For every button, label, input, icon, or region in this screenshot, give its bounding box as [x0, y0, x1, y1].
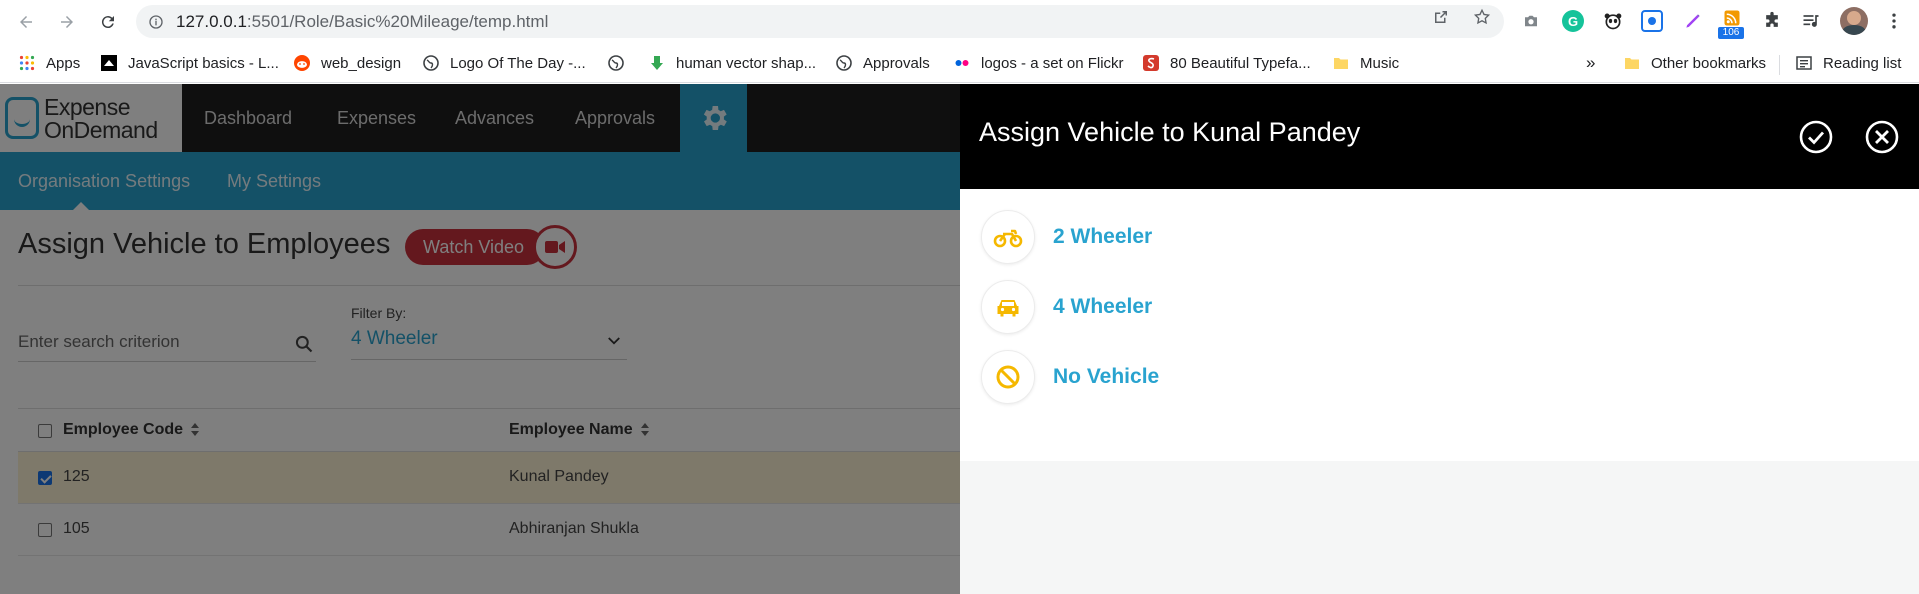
globe-icon — [608, 55, 624, 71]
panel-header: Assign Vehicle to Kunal Pandey — [960, 84, 1919, 189]
bookmark-human-vector[interactable]: human vector shap... — [649, 53, 816, 73]
screen-capture-icon[interactable] — [1641, 10, 1663, 32]
bookmark-apps[interactable]: Apps — [19, 53, 80, 73]
back-arrow-icon — [20, 16, 32, 28]
bookmark-approvals[interactable]: Approvals — [836, 53, 930, 73]
bookmarks-divider — [1779, 55, 1780, 75]
forward-arrow-icon — [61, 16, 73, 28]
bookmark-globe[interactable] — [608, 53, 635, 73]
info-icon[interactable] — [148, 14, 164, 30]
bookmarks-overflow-button[interactable]: » — [1586, 53, 1595, 73]
tab-favicon-icon — [101, 55, 117, 71]
assign-vehicle-panel: Assign Vehicle to Kunal Pandey 2 Wheeler… — [960, 84, 1919, 594]
option-4-wheeler[interactable]: 4 Wheeler — [981, 280, 1381, 334]
apps-grid-icon — [19, 55, 35, 71]
car-icon — [997, 300, 1019, 317]
profile-avatar[interactable] — [1840, 7, 1868, 35]
bookmark-flickr-logos[interactable]: logos - a set on Flickr — [954, 53, 1124, 73]
option-2-wheeler[interactable]: 2 Wheeler — [981, 210, 1381, 264]
smashing-icon — [1143, 55, 1159, 71]
grammarly-icon[interactable]: G — [1562, 10, 1584, 32]
globe-icon — [423, 55, 439, 71]
camera-icon[interactable] — [1522, 12, 1540, 30]
bookmark-music[interactable]: Music — [1333, 53, 1399, 73]
download-arrow-icon — [651, 56, 663, 70]
option-label: 4 Wheeler — [1053, 295, 1153, 318]
confirm-check-icon[interactable] — [1798, 119, 1834, 155]
globe-icon — [836, 55, 852, 71]
reload-button[interactable] — [95, 9, 121, 35]
panel-title: Assign Vehicle to Kunal Pandey — [979, 117, 1361, 147]
panda-icon[interactable] — [1603, 11, 1623, 31]
modal-backdrop[interactable] — [0, 84, 960, 594]
option-no-vehicle[interactable]: No Vehicle — [981, 350, 1381, 404]
bookmark-star-icon[interactable] — [1473, 8, 1491, 26]
option-label: 2 Wheeler — [1053, 225, 1153, 248]
extension-badge: 106 — [1718, 27, 1744, 39]
media-queue-icon[interactable] — [1801, 11, 1821, 31]
back-button[interactable] — [13, 9, 39, 35]
share-icon[interactable] — [1432, 8, 1450, 26]
other-bookmarks[interactable]: Other bookmarks — [1624, 53, 1766, 73]
reading-list[interactable]: Reading list — [1796, 53, 1901, 73]
folder-icon — [1334, 58, 1348, 69]
bookmark-web-design[interactable]: web_design — [294, 53, 401, 73]
close-icon[interactable] — [1864, 119, 1900, 155]
ban-icon — [996, 365, 1020, 389]
bookmark-beautiful-typefaces[interactable]: 80 Beautiful Typefa... — [1143, 53, 1311, 73]
browser-toolbar: 127.0.0.1:5501/Role/Basic%20Mileage/temp… — [0, 0, 1919, 43]
vehicle-options: 2 Wheeler 4 Wheeler No Vehicle — [960, 189, 1919, 461]
forward-button[interactable] — [54, 9, 80, 35]
reading-list-icon — [1796, 56, 1812, 70]
motorcycle-icon — [993, 229, 1023, 248]
flickr-icon — [955, 60, 969, 66]
reload-icon — [101, 16, 114, 29]
pen-icon[interactable] — [1683, 11, 1703, 31]
reddit-icon — [294, 55, 310, 71]
puzzle-extensions-icon[interactable] — [1762, 11, 1782, 31]
bookmarks-bar: Apps JavaScript basics - L... web_design… — [0, 43, 1919, 83]
address-bar[interactable]: 127.0.0.1:5501/Role/Basic%20Mileage/temp… — [136, 5, 1504, 38]
url-text[interactable]: 127.0.0.1:5501/Role/Basic%20Mileage/temp… — [176, 12, 548, 32]
option-label: No Vehicle — [1053, 365, 1160, 388]
folder-icon — [1625, 58, 1639, 69]
bookmark-javascript-basics[interactable]: JavaScript basics - L... — [101, 53, 279, 73]
kebab-menu-icon[interactable] — [1884, 11, 1904, 31]
rss-feed-icon[interactable] — [1721, 9, 1743, 27]
bookmark-logo-of-the-day[interactable]: Logo Of The Day -... — [423, 53, 586, 73]
